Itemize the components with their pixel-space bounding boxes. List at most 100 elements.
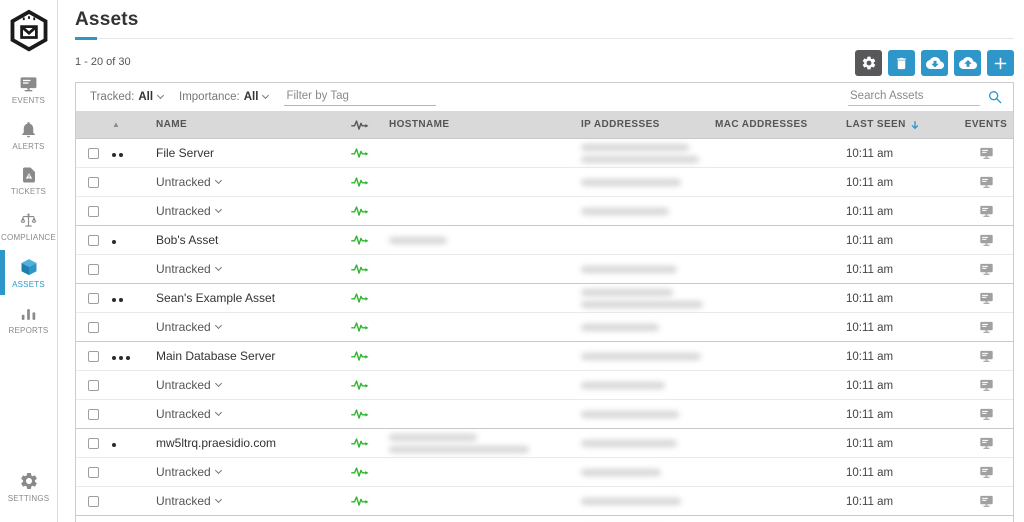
sidebar-item-settings[interactable]: SETTINGS <box>0 463 57 510</box>
row-checkbox[interactable] <box>88 466 99 478</box>
events-monitor-icon[interactable] <box>979 205 994 218</box>
events-monitor-icon[interactable] <box>979 350 994 363</box>
events-monitor-icon[interactable] <box>979 495 994 508</box>
sidebar-item-compliance[interactable]: COMPLIANCE <box>0 203 57 249</box>
events-monitor-icon[interactable] <box>979 466 994 479</box>
events-monitor-icon[interactable] <box>979 437 994 450</box>
untracked-dropdown[interactable]: Untracked <box>156 204 222 218</box>
asset-name[interactable]: mw5ltrq.praesidio.com <box>156 436 276 450</box>
sort-desc-icon <box>910 120 920 130</box>
chevron-down-icon <box>262 91 270 100</box>
last-seen: 10:11 am <box>846 293 894 305</box>
download-button[interactable] <box>921 50 948 76</box>
sidebar-item-reports[interactable]: REPORTS <box>0 296 57 342</box>
last-seen: 10:11 am <box>846 264 894 276</box>
row-checkbox[interactable] <box>88 321 99 333</box>
events-monitor-icon[interactable] <box>979 292 994 305</box>
sidebar-nav: EVENTS ALERTS TICKETS COMPLIANCE ASSETS REPOR… <box>0 68 57 342</box>
asset-name[interactable]: Bob's Asset <box>156 233 218 247</box>
row-checkbox[interactable] <box>88 176 99 188</box>
untracked-dropdown[interactable]: Untracked <box>156 407 222 421</box>
app-logo <box>8 8 50 54</box>
ip-cell <box>579 176 713 188</box>
cube-icon <box>19 257 39 277</box>
row-checkbox[interactable] <box>88 350 99 362</box>
row-checkbox[interactable] <box>88 408 99 420</box>
untracked-dropdown[interactable]: Untracked <box>156 465 222 479</box>
ip-cell <box>579 321 713 333</box>
ip-cell <box>579 437 713 449</box>
asset-name[interactable]: Main Database Server <box>156 349 275 363</box>
row-checkbox[interactable] <box>88 147 99 159</box>
chevron-down-icon <box>156 91 165 100</box>
table-row: Sean's Example Asset 10:11 am <box>76 283 1013 312</box>
triangle-up-icon[interactable]: ▲ <box>112 120 120 129</box>
importance-cell <box>106 291 151 305</box>
sidebar: EVENTS ALERTS TICKETS COMPLIANCE ASSETS REPOR… <box>0 0 58 522</box>
add-asset-button[interactable] <box>987 50 1014 76</box>
sidebar-item-events[interactable]: EVENTS <box>0 68 57 112</box>
table-row: Main Database Server 10:11 am <box>76 341 1013 370</box>
events-monitor-icon[interactable] <box>979 379 994 392</box>
redacted-text <box>581 143 689 151</box>
column-header-hostname[interactable]: HOSTNAME <box>389 119 579 130</box>
sidebar-item-assets[interactable]: ASSETS <box>0 249 57 296</box>
plus-icon <box>992 55 1009 72</box>
untracked-dropdown[interactable]: Untracked <box>156 494 222 508</box>
sidebar-item-alerts[interactable]: ALERTS <box>0 112 57 158</box>
events-monitor-icon[interactable] <box>979 234 994 247</box>
table-row: Untracked 10:11 am <box>76 486 1013 515</box>
untracked-dropdown[interactable]: Untracked <box>156 378 222 392</box>
tracked-filter-dropdown[interactable]: Tracked: All <box>90 91 165 103</box>
upload-button[interactable] <box>954 50 981 76</box>
ip-cell <box>579 379 713 391</box>
bell-icon <box>19 120 38 139</box>
activity-pulse-icon <box>351 408 383 420</box>
settings-button[interactable] <box>855 50 882 76</box>
importance-dot <box>119 298 123 302</box>
row-checkbox[interactable] <box>88 495 99 507</box>
row-checkbox[interactable] <box>88 263 99 275</box>
redacted-text <box>581 381 665 389</box>
bars-icon <box>19 304 38 323</box>
filter-bar: Tracked: All Importance: All <box>76 83 1013 111</box>
column-header-name[interactable]: NAME <box>156 119 349 130</box>
sidebar-item-label: ASSETS <box>12 280 45 289</box>
result-range: 1 - 20 of 30 <box>75 56 131 68</box>
table-row: Untracked 10:11 am <box>76 399 1013 428</box>
events-monitor-icon[interactable] <box>979 321 994 334</box>
column-header-last-seen[interactable]: LAST SEEN <box>846 119 959 130</box>
events-monitor-icon[interactable] <box>979 263 994 276</box>
delete-button[interactable] <box>888 50 915 76</box>
row-checkbox[interactable] <box>88 437 99 449</box>
search-input[interactable] <box>848 88 980 106</box>
importance-filter-dropdown[interactable]: Importance: All <box>179 91 270 103</box>
sidebar-item-tickets[interactable]: TICKETS <box>0 158 57 203</box>
table-row: Untracked 10:11 am <box>76 196 1013 225</box>
events-monitor-icon[interactable] <box>979 408 994 421</box>
tag-filter-input[interactable] <box>284 88 437 106</box>
row-checkbox[interactable] <box>88 234 99 246</box>
untracked-dropdown[interactable]: Untracked <box>156 262 222 276</box>
row-checkbox[interactable] <box>88 205 99 217</box>
row-checkbox[interactable] <box>88 379 99 391</box>
activity-pulse-icon <box>351 350 383 362</box>
hostname-cell <box>383 234 579 246</box>
column-header-events[interactable]: EVENTS <box>965 119 1007 130</box>
events-monitor-icon[interactable] <box>979 176 994 189</box>
ip-cell <box>579 286 713 310</box>
asset-name[interactable]: File Server <box>156 146 214 160</box>
search-icon[interactable] <box>987 89 1003 105</box>
column-header-ip[interactable]: IP ADDRESSES <box>581 119 713 130</box>
events-monitor-icon[interactable] <box>979 147 994 160</box>
importance-dot <box>112 298 116 302</box>
untracked-dropdown[interactable]: Untracked <box>156 175 222 189</box>
asset-name[interactable]: Sean's Example Asset <box>156 291 275 305</box>
sidebar-item-label: ALERTS <box>12 142 45 151</box>
title-accent-bar <box>75 37 97 40</box>
untracked-dropdown[interactable]: Untracked <box>156 320 222 334</box>
row-checkbox[interactable] <box>88 292 99 304</box>
activity-pulse-icon <box>351 379 383 391</box>
column-header-mac[interactable]: MAC ADDRESSES <box>715 119 841 130</box>
activity-pulse-icon <box>351 263 383 275</box>
